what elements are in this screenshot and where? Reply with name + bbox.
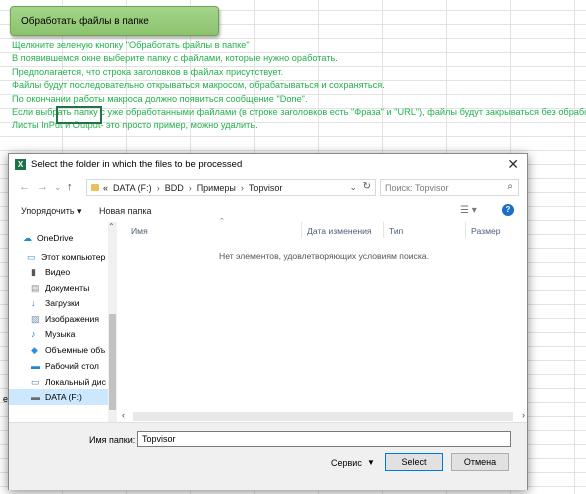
nav-item-label: Изображения: [45, 314, 100, 324]
nav-item-label: OneDrive: [37, 233, 74, 243]
organize-menu[interactable]: Упорядочить ▾: [21, 206, 82, 217]
local-disk-icon: ▭: [31, 376, 40, 387]
nav-item-label: Локальный дис: [45, 377, 106, 387]
folder-picker-dialog: X Select the folder in which the files t…: [8, 153, 528, 490]
nav-item-label: Документы: [45, 283, 90, 293]
dialog-footer: Имя папки: Сервис ▼ Select Отмена: [9, 422, 527, 490]
view-options-icon[interactable]: ☰ ▾: [460, 205, 477, 216]
column-size[interactable]: Размер: [471, 226, 501, 236]
process-folder-label: Обработать файлы в папке: [21, 15, 149, 27]
recent-locations-icon[interactable]: ⌄: [54, 182, 62, 193]
breadcrumb-separator: ›: [240, 182, 244, 193]
folder-name-input[interactable]: [137, 431, 511, 447]
breadcrumb-separator: ›: [188, 182, 192, 193]
dialog-title: Select the folder in which the files to …: [31, 159, 243, 170]
back-arrow-icon[interactable]: ←: [19, 181, 30, 193]
process-folder-button[interactable]: Обработать файлы в папке: [10, 6, 219, 36]
downloads-icon: ↓: [31, 297, 36, 308]
refresh-icon[interactable]: ↻: [363, 181, 371, 192]
column-date[interactable]: Дата изменения: [307, 226, 372, 236]
up-arrow-icon[interactable]: ↑: [67, 181, 73, 193]
horizontal-scrollbar[interactable]: ‹ ›: [121, 410, 527, 422]
service-dropdown-icon[interactable]: ▼: [367, 458, 375, 467]
nav-item-label: DATA (F:): [45, 392, 82, 402]
select-button[interactable]: Select: [385, 453, 443, 471]
breadcrumb-item[interactable]: DATA (F:): [113, 183, 152, 193]
forward-arrow-icon[interactable]: →: [37, 181, 48, 193]
navigation-row: ← → ⌄ ↑ « DATA (F:) › BDD › Примеры › To…: [9, 177, 527, 199]
selected-cell[interactable]: [56, 106, 102, 124]
column-divider[interactable]: [301, 222, 302, 238]
dialog-toolbar: Упорядочить ▾ Новая папка ☰ ▾ ?: [9, 200, 527, 222]
nav-item[interactable]: ▭ Локальный дис: [9, 374, 108, 390]
close-icon[interactable]: ✕: [507, 156, 519, 173]
column-divider[interactable]: [465, 222, 466, 238]
scroll-left-icon[interactable]: ‹: [122, 410, 125, 420]
navigation-pane: ⌃ ☁ OneDrive ▭ Этот компьютер ▮ Видео ▤ Докумен…: [9, 222, 119, 424]
nav-scrollbar[interactable]: ⌃: [108, 222, 117, 424]
nav-item[interactable]: ▨ Изображения: [9, 311, 108, 327]
music-icon: ♪: [31, 328, 36, 339]
new-folder-button[interactable]: Новая папка: [99, 206, 151, 216]
video-icon: ▮: [31, 266, 36, 277]
nav-item-label: Рабочий стол: [45, 361, 99, 371]
column-divider[interactable]: [383, 222, 384, 238]
sort-indicator-icon: ⌃: [219, 218, 225, 225]
horizontal-scroll-track[interactable]: [133, 412, 513, 421]
3d-objects-icon: ◆: [31, 344, 38, 355]
nav-item[interactable]: ▤ Документы: [9, 280, 108, 296]
instruction-line: Файлы будут последовательно открываться …: [12, 80, 385, 91]
nav-item-label: Видео: [45, 267, 71, 277]
drive-icon: ▬: [31, 391, 40, 402]
scroll-right-icon[interactable]: ›: [522, 410, 525, 420]
instruction-line: Предполагается, что строка заголовков в …: [12, 66, 284, 77]
nav-item-label: Музыка: [45, 329, 76, 339]
breadcrumb-item[interactable]: Topvisor: [249, 183, 283, 193]
desktop-icon: ▬: [31, 360, 40, 371]
instruction-line: В появившемся окне выберите папку с файл…: [12, 53, 338, 64]
search-placeholder: Поиск: Topvisor: [385, 183, 449, 193]
nav-item-label: Этот компьютер: [41, 252, 106, 262]
address-dropdown-icon[interactable]: ⌄: [349, 182, 357, 193]
computer-icon: ▭: [27, 251, 36, 262]
search-input[interactable]: Поиск: Topvisor ⌕: [380, 179, 519, 196]
pictures-icon: ▨: [31, 313, 40, 324]
address-bar[interactable]: « DATA (F:) › BDD › Примеры › Topvisor ⌄…: [86, 179, 376, 196]
nav-item[interactable]: ◆ Объемные объ: [9, 342, 108, 358]
nav-item[interactable]: ☁ OneDrive: [9, 230, 108, 246]
breadcrumb-separator: ›: [156, 182, 160, 193]
excel-icon: X: [15, 159, 26, 170]
instruction-line: Щелкните зеленую кнопку "Обработать файл…: [12, 40, 250, 50]
dialog-titlebar: X Select the folder in which the files t…: [9, 154, 527, 176]
empty-message: Нет элементов, удовлетворяющих условиям …: [219, 251, 429, 261]
nav-item-label: Загрузки: [45, 298, 80, 308]
cancel-button[interactable]: Отмена: [451, 453, 509, 471]
nav-item[interactable]: ↓ Загрузки: [9, 295, 108, 311]
nav-item[interactable]: ▮ Видео: [9, 264, 108, 280]
nav-item[interactable]: ▬ Рабочий стол: [9, 358, 108, 374]
column-type[interactable]: Тип: [389, 226, 403, 236]
scroll-up-icon[interactable]: ⌃: [108, 222, 115, 231]
address-overflow[interactable]: «: [103, 183, 108, 193]
folder-name-label: Имя папки:: [89, 435, 136, 445]
instruction-line: По окончании работы макроса должно появи…: [12, 93, 308, 104]
breadcrumb-item[interactable]: BDD: [165, 183, 184, 193]
service-menu[interactable]: Сервис: [331, 458, 362, 468]
folder-icon: [91, 184, 99, 191]
cloud-icon: ☁: [23, 232, 32, 243]
nav-item[interactable]: ♪ Музыка: [9, 326, 108, 342]
search-icon: ⌕: [507, 181, 513, 192]
nav-scroll-thumb[interactable]: [109, 314, 116, 410]
nav-item-label: Объемные объ: [45, 345, 106, 355]
file-list-pane: Имя ⌃ Дата изменения Тип Размер Нет элем…: [121, 218, 527, 422]
nav-item[interactable]: ▬ DATA (F:): [9, 389, 108, 405]
nav-item[interactable]: ▭ Этот компьютер: [9, 249, 108, 265]
column-name[interactable]: Имя: [131, 226, 148, 236]
breadcrumb-item[interactable]: Примеры: [197, 183, 236, 193]
help-icon[interactable]: ?: [502, 204, 514, 216]
documents-icon: ▤: [31, 282, 40, 293]
